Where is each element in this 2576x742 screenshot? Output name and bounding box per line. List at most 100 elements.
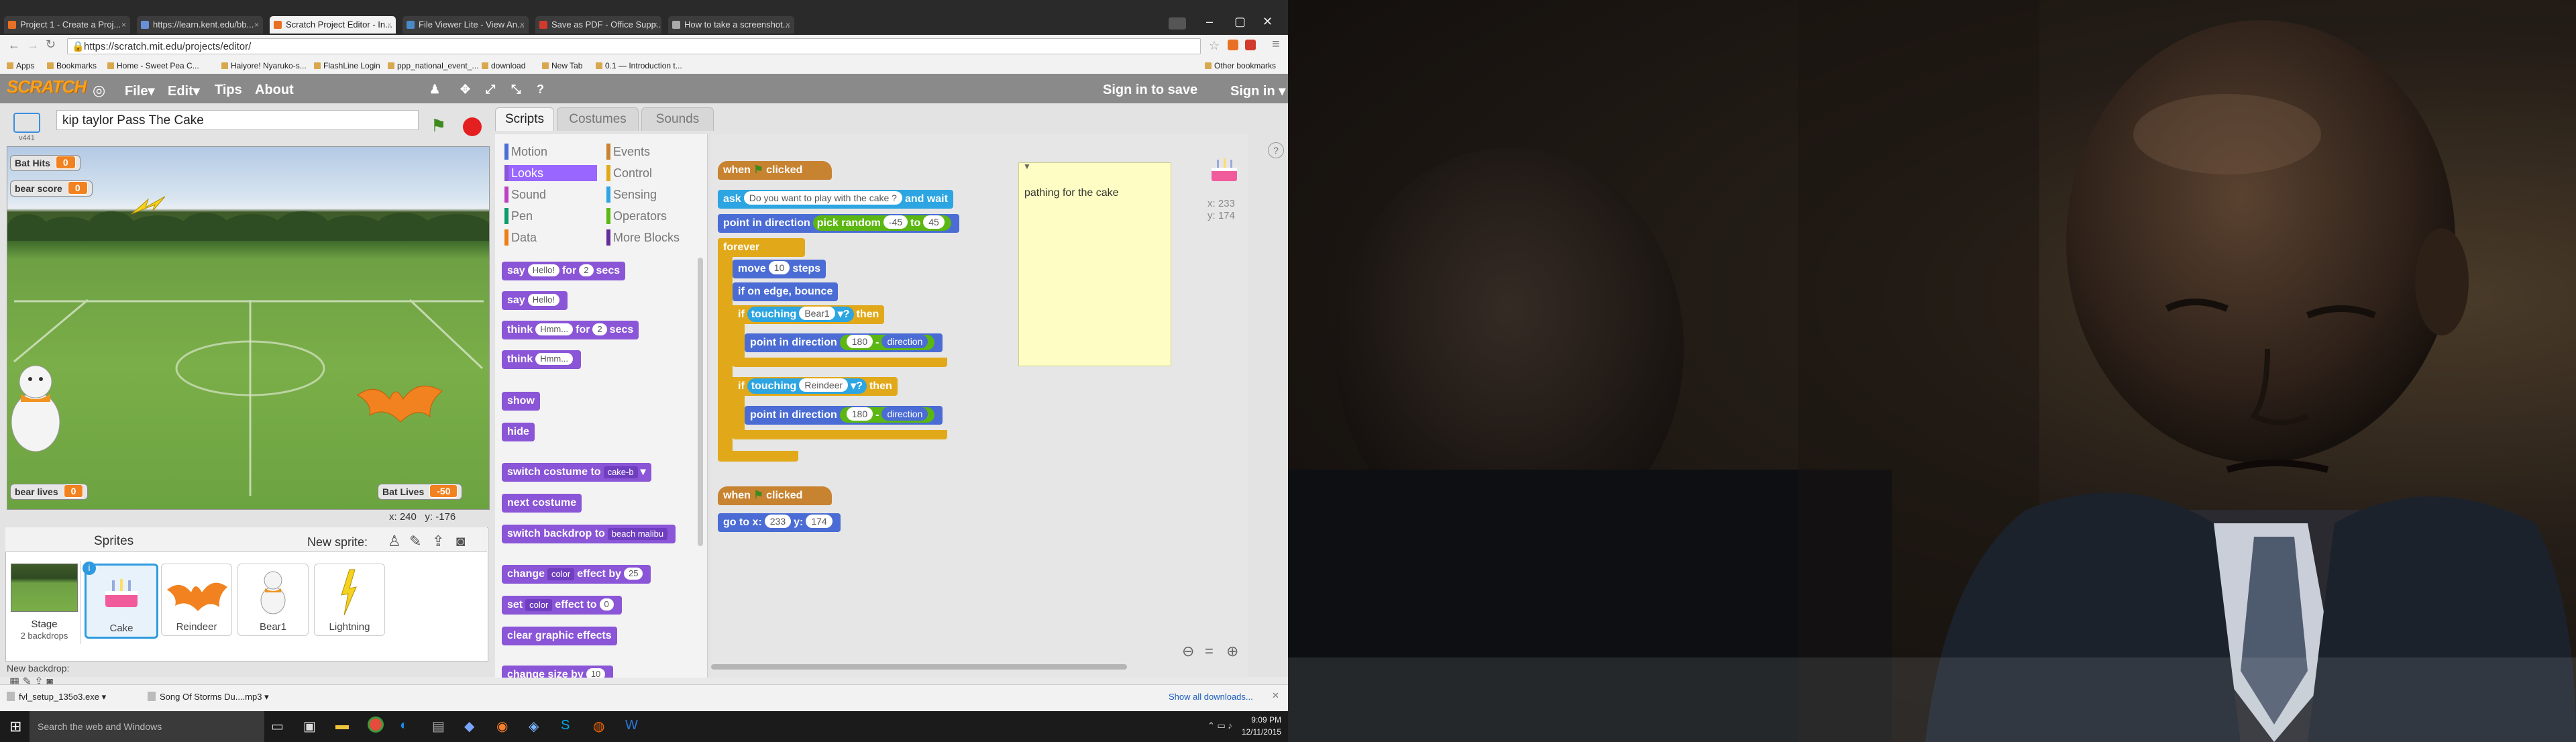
category-sensing[interactable]: Sensing	[606, 187, 657, 203]
if-touching-reindeer-block[interactable]: if touching Reindeer ▾? then	[733, 377, 898, 396]
info-icon[interactable]: i	[83, 562, 96, 575]
category-data[interactable]: Data	[504, 229, 537, 246]
sign-in-to-save[interactable]: Sign in to save	[1103, 83, 1197, 98]
show-block[interactable]: show	[502, 392, 540, 411]
cut-tool-icon[interactable]: ✥	[460, 83, 470, 97]
extension-icon[interactable]	[1245, 40, 1256, 50]
say-block[interactable]: say Hello!	[502, 291, 568, 310]
app-icon[interactable]: ▤	[432, 718, 445, 735]
maximize-icon[interactable]: ▢	[1234, 15, 1246, 29]
other-bookmarks[interactable]: Other bookmarks	[1205, 61, 1276, 70]
sprite-thumb-bear1[interactable]: Bear1	[237, 564, 309, 636]
next-costume-block[interactable]: next costume	[502, 494, 582, 513]
scratch-logo[interactable]: SCRATCH	[7, 76, 87, 97]
fullscreen-icon[interactable]	[13, 113, 40, 133]
say-for-block[interactable]: say Hello! for 2 secs	[502, 262, 626, 280]
stage[interactable]: Bat Hits 0 bear score 0 bear lives 0 Bat Li…	[7, 146, 490, 510]
bounce-block[interactable]: if on edge, bounce	[733, 282, 839, 301]
sprite-thumb-cake[interactable]: i Cake	[83, 562, 158, 639]
palette-scrollbar[interactable]	[698, 258, 703, 546]
menu-about[interactable]: About	[255, 83, 294, 98]
app-icon[interactable]: ◈	[529, 718, 539, 735]
monitor-bat-lives[interactable]: Bat Lives -50	[378, 484, 463, 500]
close-tab-icon[interactable]: ×	[520, 16, 525, 34]
shrink-tool-icon[interactable]: ⤡	[511, 83, 521, 97]
point-direction-block[interactable]: point in direction 180- direction	[745, 333, 943, 352]
forever-block[interactable]: forever	[718, 238, 805, 257]
steam-icon[interactable]: ◐	[400, 718, 408, 733]
bookmark-item[interactable]: ppp_national_event_...	[388, 61, 478, 70]
close-downloads-icon[interactable]: ✕	[1272, 690, 1279, 701]
point-random-block[interactable]: point in direction pick random -45 to 45	[718, 214, 959, 233]
bat-sprite[interactable]	[356, 375, 443, 429]
tab-learn-kent[interactable]: https://learn.kent.edu/bb... ×	[137, 16, 263, 34]
download-item[interactable]: fvl_setup_135o3.exe ▾	[7, 692, 106, 702]
help-icon[interactable]: ?	[1268, 142, 1284, 158]
menu-file[interactable]: File▾	[125, 83, 155, 99]
switch-backdrop-block[interactable]: switch backdrop to beach malibu	[502, 525, 676, 543]
forward-icon[interactable]: →	[27, 38, 39, 52]
tab-costumes[interactable]: Costumes	[557, 107, 639, 131]
clock-date[interactable]: 12/11/2015	[1241, 727, 1281, 737]
project-title-input[interactable]: kip taylor Pass The Cake	[56, 110, 419, 130]
app-icon[interactable]: ◍	[593, 718, 604, 735]
skype-icon[interactable]: S	[561, 718, 570, 733]
user-profile-button[interactable]	[1169, 17, 1186, 30]
word-icon[interactable]: W	[625, 718, 638, 733]
menu-tips[interactable]: Tips	[215, 83, 242, 98]
tab-file-viewer[interactable]: File Viewer Lite - View An... ×	[402, 16, 529, 34]
monitor-bat-hits[interactable]: Bat Hits 0	[10, 155, 80, 171]
app-icon[interactable]: ◆	[464, 718, 474, 735]
taskbar-search[interactable]: Search the web and Windows	[30, 711, 264, 742]
bookmark-item[interactable]: Haiyore! Nyaruko-s...	[221, 61, 307, 70]
script-scrollbar[interactable]	[711, 664, 1127, 670]
bookmark-item[interactable]: Home - Sweet Pea C...	[107, 61, 199, 70]
store-icon[interactable]: ▣	[303, 718, 316, 735]
change-effect-block[interactable]: change color effect by 25	[502, 565, 651, 584]
url-field[interactable]: 🔒 https://scratch.mit.edu/projects/edito…	[67, 38, 1201, 54]
extension-icon[interactable]	[1228, 40, 1238, 50]
tab-sounds[interactable]: Sounds	[641, 107, 714, 131]
stop-button[interactable]	[463, 117, 482, 136]
camera-icon[interactable]: ◙	[456, 533, 465, 550]
category-motion[interactable]: Motion	[504, 144, 547, 160]
change-size-block[interactable]: change size by 10	[502, 666, 614, 678]
close-tab-icon[interactable]: ×	[254, 16, 259, 34]
chrome-icon[interactable]	[368, 717, 384, 733]
monitor-bear-score[interactable]: bear score 0	[10, 180, 93, 197]
minimize-icon[interactable]: –	[1206, 15, 1213, 29]
grow-tool-icon[interactable]: ⤢	[486, 83, 495, 97]
when-flag-clicked-hat[interactable]: when ⚑ clicked	[718, 161, 832, 180]
category-sound[interactable]: Sound	[504, 187, 546, 203]
bookmark-star-icon[interactable]: ☆	[1209, 39, 1220, 53]
think-block[interactable]: think Hmm...	[502, 350, 582, 369]
green-flag-icon[interactable]: ⚑	[431, 115, 446, 136]
if-touching-bear-block[interactable]: if touching Bear1 ▾? then	[733, 305, 885, 324]
bookmark-item[interactable]: download	[482, 61, 525, 70]
close-window-icon[interactable]: ✕	[1263, 15, 1273, 29]
clear-effects-block[interactable]: clear graphic effects	[502, 627, 617, 645]
category-control[interactable]: Control	[606, 165, 652, 181]
close-tab-icon[interactable]: ×	[653, 16, 657, 34]
sprite-thumb-reindeer[interactable]: Reindeer	[161, 564, 232, 636]
windows-start-icon[interactable]: ⊞	[9, 718, 21, 735]
stage-thumbnail[interactable]: Stage 2 backdrops	[8, 561, 81, 644]
app-icon[interactable]: ◉	[496, 718, 508, 735]
close-tab-icon[interactable]: ×	[786, 16, 790, 34]
close-tab-icon[interactable]: ×	[387, 16, 392, 34]
bookmark-item[interactable]: Apps	[7, 61, 34, 70]
collapse-arrow-icon[interactable]: ▼	[1023, 162, 1031, 171]
comment-note[interactable]: ▼ pathing for the cake	[1018, 162, 1171, 366]
download-item[interactable]: Song Of Storms Du....mp3 ▾	[148, 692, 269, 702]
task-view-icon[interactable]: ▭	[271, 718, 284, 735]
paint-sprite-icon[interactable]: ✎	[409, 533, 421, 550]
bookmark-item[interactable]: 0.1 — Introduction t...	[596, 61, 682, 70]
tab-scratch-editor[interactable]: Scratch Project Editor - In... ×	[270, 16, 396, 34]
tab-save-pdf[interactable]: Save as PDF - Office Supp... ×	[535, 16, 661, 34]
category-events[interactable]: Events	[606, 144, 650, 160]
tab-project1[interactable]: Project 1 - Create a Proj... ×	[4, 16, 130, 34]
menu-edit[interactable]: Edit▾	[168, 83, 200, 99]
tab-scripts[interactable]: Scripts	[495, 107, 554, 131]
choose-sprite-icon[interactable]: ♙	[388, 533, 401, 550]
switch-costume-block[interactable]: switch costume to cake-b ▾	[502, 463, 651, 482]
